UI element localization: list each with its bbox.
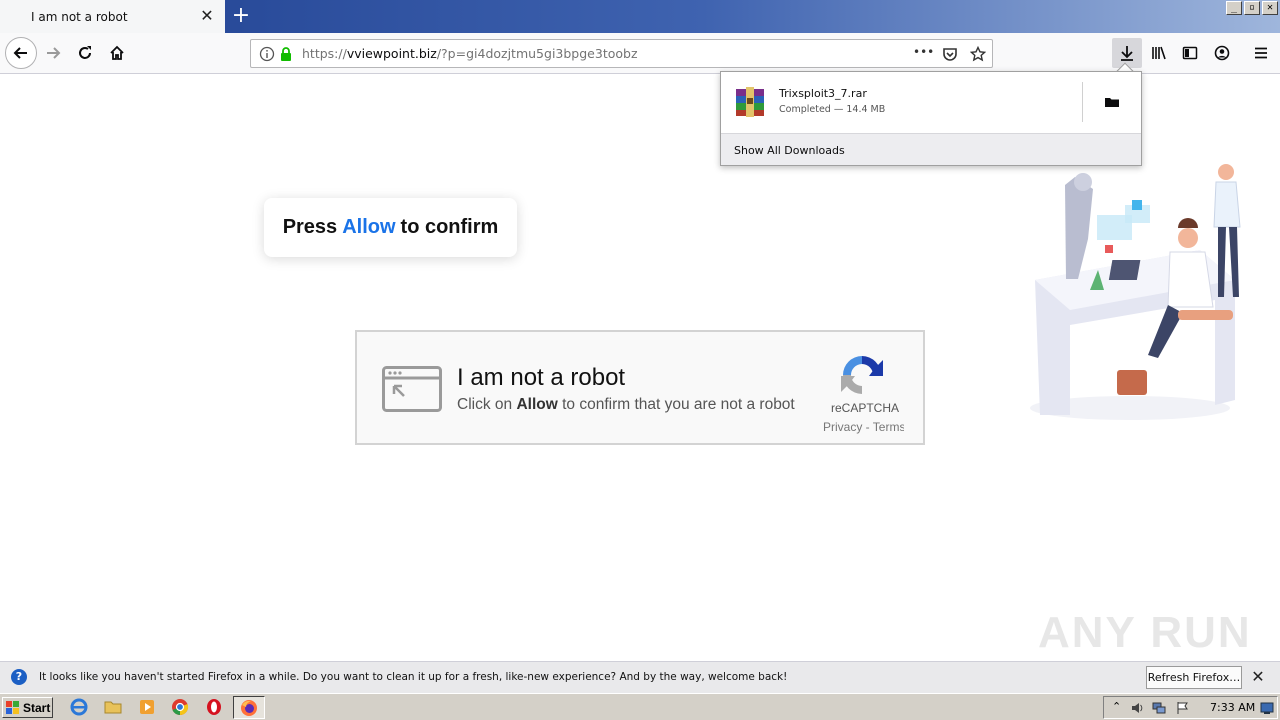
home-button[interactable] — [102, 38, 132, 68]
taskbar-firefox-active[interactable] — [233, 696, 265, 719]
url-text[interactable]: https://vviewpoint.biz/?p=gi4dozjtmu5gi3… — [302, 46, 638, 61]
account-icon — [1214, 45, 1230, 61]
start-label: Start — [23, 700, 51, 715]
url-host: vviewpoint.biz — [346, 46, 437, 61]
tab-close-icon[interactable]: ✕ — [199, 8, 215, 24]
fake-captcha-box[interactable]: I am not a robot Click on Allow to confi… — [355, 330, 925, 445]
press-text-allow: Allow — [342, 216, 396, 238]
download-status: Completed — 14.4 MB — [779, 104, 886, 115]
show-all-downloads-label: Show All Downloads — [734, 144, 845, 157]
briefcase-icon — [1117, 370, 1147, 395]
notification-text: It looks like you haven't started Firefo… — [39, 671, 788, 683]
open-folder-icon[interactable] — [1104, 94, 1120, 110]
captcha-subtitle: Click on Allow to confirm that you are n… — [457, 396, 795, 414]
notification-close-icon[interactable]: ✕ — [1250, 669, 1266, 685]
chrome-icon[interactable] — [171, 698, 189, 716]
home-icon — [110, 45, 124, 60]
reload-icon — [79, 46, 91, 59]
network-icon[interactable] — [1152, 701, 1166, 715]
recaptcha-privacy-links[interactable]: Privacy - Terms — [823, 420, 904, 434]
taskbar: Start ⌃ 7:33 AM — [0, 693, 1280, 720]
windows-logo-icon — [6, 700, 19, 714]
library-icon — [1152, 46, 1166, 60]
office-illustration — [1030, 164, 1241, 420]
minimize-button[interactable]: _ — [1226, 1, 1242, 15]
notification-bar: ? It looks like you haven't started Fire… — [0, 661, 1280, 693]
downloads-button[interactable] — [1112, 38, 1142, 68]
captcha-sub-pre: Click on — [457, 396, 513, 413]
reload-button[interactable] — [70, 38, 100, 68]
pocket-icon[interactable] — [942, 46, 958, 62]
downloads-panel: Trixsploit3_7.rar Completed — 14.4 MB Sh… — [720, 71, 1142, 166]
system-tray: ⌃ 7:33 AM — [1103, 696, 1278, 719]
media-player-icon[interactable] — [138, 698, 156, 716]
captcha-sub-allow: Allow — [516, 396, 558, 413]
menu-button[interactable] — [1246, 38, 1276, 68]
download-file-name: Trixsploit3_7.rar — [779, 87, 867, 100]
start-button[interactable]: Start — [2, 697, 53, 718]
forward-button[interactable] — [38, 38, 68, 68]
tab-active[interactable]: I am not a robot ✕ — [0, 0, 225, 33]
url-path: /?p=gi4dozjtmu5gi3bpge3toobz — [436, 46, 638, 61]
file-explorer-icon[interactable] — [104, 698, 122, 716]
window-close-button[interactable]: ✕ — [1262, 1, 1278, 15]
url-protocol: https:// — [302, 46, 347, 61]
restore-button[interactable]: ▫ — [1244, 1, 1260, 15]
back-button[interactable] — [5, 37, 37, 69]
nav-toolbar: https://vviewpoint.biz/?p=gi4dozjtmu5gi3… — [0, 33, 1280, 74]
refresh-firefox-button[interactable]: Refresh Firefox… — [1146, 666, 1242, 689]
forward-arrow-icon — [47, 47, 61, 59]
action-center-flag-icon[interactable] — [1176, 701, 1190, 715]
title-bar: I am not a robot ✕ + _ ▫ ✕ — [0, 0, 1280, 33]
sidebar-icon — [1182, 46, 1198, 60]
show-all-downloads-button[interactable]: Show All Downloads — [721, 133, 1141, 165]
account-button[interactable] — [1207, 38, 1237, 68]
recaptcha-brand: reCAPTCHA — [831, 401, 900, 415]
back-arrow-icon — [13, 47, 27, 59]
download-item[interactable]: Trixsploit3_7.rar Completed — 14.4 MB — [721, 72, 1141, 133]
url-bar[interactable]: https://vviewpoint.biz/?p=gi4dozjtmu5gi3… — [250, 39, 993, 68]
tray-expand-icon[interactable]: ⌃ — [1112, 700, 1121, 713]
rar-archive-icon — [736, 87, 764, 117]
hamburger-menu-icon — [1255, 47, 1267, 59]
sidebar-button[interactable] — [1175, 38, 1205, 68]
press-allow-banner: Press Allow to confirm — [264, 198, 517, 257]
lock-icon[interactable] — [278, 46, 294, 62]
clock: 7:33 AM — [1210, 701, 1256, 714]
volume-icon[interactable] — [1130, 701, 1144, 715]
question-icon: ? — [11, 669, 27, 685]
firefox-icon — [241, 700, 257, 716]
library-button[interactable] — [1144, 38, 1174, 68]
captcha-title: I am not a robot — [457, 364, 626, 391]
download-separator — [1082, 82, 1083, 122]
show-desktop-icon[interactable] — [1260, 701, 1274, 715]
press-text-pre: Press — [282, 216, 338, 238]
internet-explorer-icon[interactable] — [70, 698, 88, 716]
tab-title: I am not a robot — [31, 9, 128, 24]
info-icon[interactable] — [259, 46, 275, 62]
browser-window-icon — [382, 366, 442, 412]
page-actions-icon[interactable]: ••• — [913, 45, 934, 59]
window-controls: _ ▫ ✕ — [1226, 1, 1278, 15]
opera-icon[interactable] — [205, 698, 223, 716]
download-arrow-icon — [1121, 46, 1133, 61]
bookmark-star-icon[interactable] — [970, 46, 986, 62]
new-tab-button[interactable]: + — [229, 4, 253, 28]
captcha-sub-post: to confirm that you are not a robot — [562, 396, 795, 413]
anyrun-watermark: ANY RUN — [1038, 608, 1252, 657]
press-text-post: to confirm — [400, 216, 499, 238]
recaptcha-logo-icon — [841, 356, 883, 394]
